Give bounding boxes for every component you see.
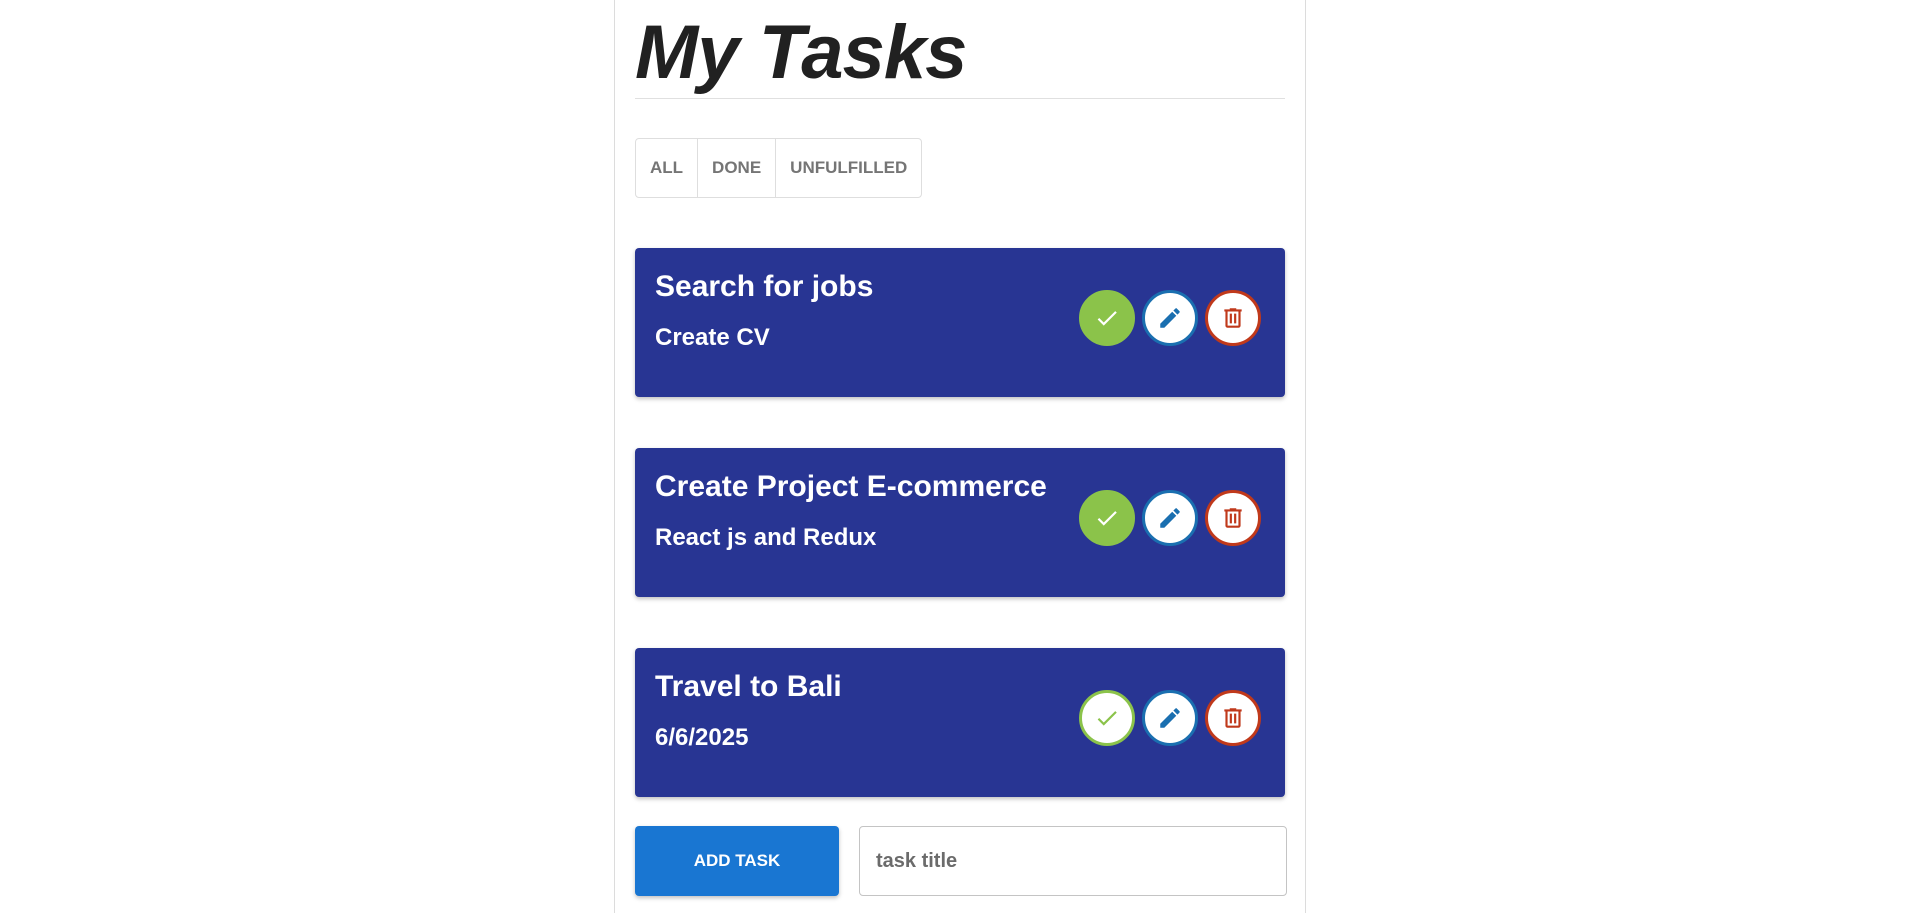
task-description: 6/6/2025 [655,724,749,751]
add-task-button[interactable]: ADD TASK [635,826,839,896]
delete-task-button[interactable] [1205,490,1261,546]
edit-task-button[interactable] [1142,690,1198,746]
edit-task-button[interactable] [1142,290,1198,346]
task-description: React js and Redux [655,524,877,551]
filter-all-button[interactable]: ALL [636,139,697,197]
task-title: Search for jobs [655,270,874,303]
task-card: Search for jobs Create CV [635,248,1285,397]
mark-done-button[interactable] [1079,490,1135,546]
check-icon [1097,511,1117,526]
delete-task-button[interactable] [1205,690,1261,746]
task-title-input[interactable] [859,826,1287,896]
trash-icon [1224,708,1242,728]
task-title: Travel to Bali [655,670,842,703]
filter-done-button[interactable]: DONE [697,139,775,197]
app-container: My Tasks ALL DONE UNFULFILLED Search for… [614,0,1306,913]
check-icon [1097,311,1117,326]
trash-icon [1224,508,1242,528]
pencil-icon [1160,308,1180,328]
task-card: Create Project E-commerce React js and R… [635,448,1285,597]
page-title: My Tasks [635,10,967,95]
check-icon [1097,711,1117,726]
filter-unfulfilled-button[interactable]: UNFULFILLED [775,139,921,197]
pencil-icon [1160,508,1180,528]
edit-task-button[interactable] [1142,490,1198,546]
trash-icon [1224,308,1242,328]
pencil-icon [1160,708,1180,728]
filter-button-group: ALL DONE UNFULFILLED [635,138,923,198]
title-divider [635,98,1285,99]
mark-done-button[interactable] [1079,290,1135,346]
task-description: Create CV [655,324,770,351]
task-title: Create Project E-commerce [655,470,1047,503]
mark-done-button[interactable] [1079,690,1135,746]
task-card: Travel to Bali 6/6/2025 [635,648,1285,797]
delete-task-button[interactable] [1205,290,1261,346]
